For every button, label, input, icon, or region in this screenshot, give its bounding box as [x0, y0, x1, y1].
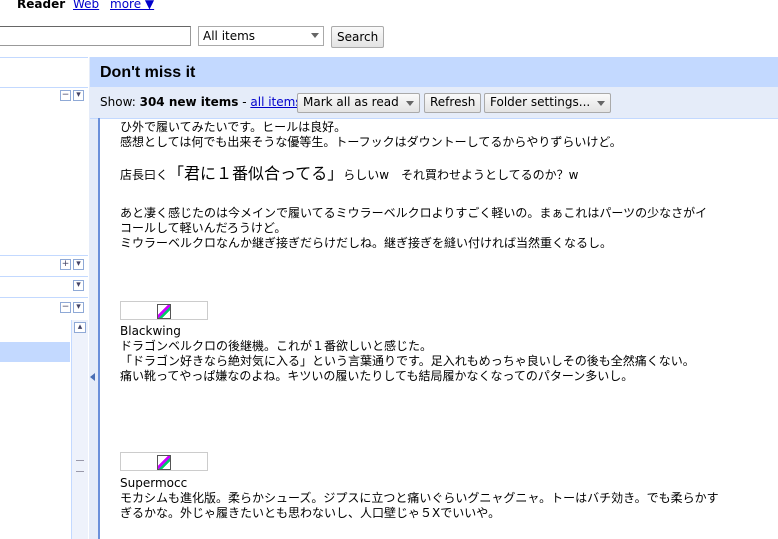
- all-items-link[interactable]: all items: [250, 95, 301, 109]
- show-label: Show:: [100, 95, 136, 109]
- nav-reader: Reader: [17, 0, 66, 11]
- text-line: ぎるかな。外じゃ履きたいとも思わないし、人口壁じゃ５Xでいいや。: [120, 506, 501, 520]
- page-title: Don't miss it: [100, 64, 196, 81]
- sidebar-divider: [0, 255, 88, 256]
- text-line: ドラゴンベルクロの後継機。これが１番欲しいと感じた。: [120, 339, 433, 353]
- quote-big: 「君に１番似合ってる」: [168, 164, 344, 183]
- view-toolbar: Show: 304 new items - all items Mark all…: [90, 87, 778, 119]
- page-header: Don't miss it: [90, 57, 778, 87]
- sidebar-collapse-bar[interactable]: [89, 57, 98, 539]
- chevron-down-icon[interactable]: ▾: [73, 302, 84, 313]
- filter-select-value: All items: [203, 29, 256, 43]
- new-items-count: 304 new items: [139, 95, 239, 109]
- quote-suffix: らしいw それ買わせようとしてるのか？w: [343, 168, 579, 182]
- product-name: Blackwing: [120, 324, 181, 338]
- nav-web[interactable]: Web: [73, 0, 99, 10]
- folder-settings-label: Folder settings...: [490, 95, 591, 109]
- filter-select[interactable]: All items: [198, 26, 324, 46]
- entry-body: ひ外で履いてみたいです。ヒールは良好。 感想としては何でも出来そうな優等生。トー…: [120, 120, 778, 150]
- search-button[interactable]: Search: [331, 26, 385, 48]
- folder-settings-button[interactable]: Folder settings...: [484, 93, 612, 113]
- sidebar-selected-item[interactable]: [0, 342, 70, 362]
- text-line: コールして軽いんだろうけど。: [120, 221, 287, 235]
- sidebar-divider: [0, 297, 88, 298]
- text-line: 「ドラゴン好きなら絶対気に入る」という言葉通りです。足入れもめっちゃ良いしその後…: [120, 354, 695, 368]
- refresh-button[interactable]: Refresh: [424, 93, 482, 113]
- image-placeholder-icon: [157, 455, 171, 470]
- text-line: 痛い靴ってやっぱ嫌なのよね。キツいの履いたりしても結局履かなくなってのパターン多…: [120, 369, 634, 383]
- show-filter: Show: 304 new items - all items: [100, 95, 302, 109]
- image-placeholder-icon: [157, 304, 171, 319]
- sidebar-divider: [0, 87, 88, 88]
- product-entry: Supermocc モカシムも進化版。柔らかシューズ。ジプスに立つと痛いぐらいグ…: [120, 476, 778, 521]
- broken-image: [120, 452, 208, 471]
- text-line: ミウラーベルクロなんか継ぎ接ぎだらけだしね。継ぎ接ぎを縫い付ければ当然重くなるし…: [120, 236, 613, 250]
- mark-all-read-label: Mark all as read: [303, 95, 399, 109]
- quote-line: 店長曰く「君に１番似合ってる」らしいw それ買わせようとしてるのか？w: [120, 166, 778, 183]
- product-name: Supermocc: [120, 476, 188, 490]
- quote-prefix: 店長曰く: [120, 168, 169, 182]
- nav-more[interactable]: more ▼: [110, 0, 154, 10]
- broken-image: [120, 301, 208, 320]
- collapse-icon[interactable]: −: [60, 90, 71, 101]
- chevron-down-icon: [311, 33, 319, 38]
- chevron-down-icon[interactable]: ▾: [73, 90, 84, 101]
- text-line: モカシムも進化版。柔らかシューズ。ジプスに立つと痛いぐらいグニャグニャ。トーはバ…: [120, 491, 719, 505]
- sidebar-scrollbar[interactable]: ▴: [71, 320, 88, 539]
- sidebar-divider: [0, 57, 88, 58]
- scroll-grip-icon[interactable]: [76, 460, 84, 472]
- product-entry: Blackwing ドラゴンベルクロの後継機。これが１番欲しいと感じた。 「ドラ…: [120, 324, 778, 384]
- show-separator: -: [238, 95, 251, 109]
- text-line: ひ外で履いてみたいです。ヒールは良好。: [120, 120, 347, 134]
- scroll-up-icon[interactable]: ▴: [74, 322, 86, 333]
- chevron-down-icon: [597, 101, 606, 106]
- chevron-down-icon[interactable]: ▾: [73, 280, 84, 291]
- text-line: 感想としては何でも出来そうな優等生。トーフックはダウントーしてるからやりずらいけ…: [120, 135, 622, 149]
- entry-content: ひ外で履いてみたいです。ヒールは良好。 感想としては何でも出来そうな優等生。トー…: [98, 118, 778, 539]
- entry-body: あと凄く感じたのは今メインで履いてるミウラーベルクロよりすごく軽いの。まぁこれは…: [120, 206, 778, 251]
- chevron-down-icon: [405, 101, 414, 106]
- search-input[interactable]: [0, 26, 191, 46]
- mark-all-read-button[interactable]: Mark all as read: [297, 93, 420, 113]
- chevron-down-icon[interactable]: ▾: [73, 259, 84, 270]
- collapse-icon[interactable]: −: [60, 302, 71, 313]
- sidebar-divider: [0, 276, 88, 277]
- text-line: あと凄く感じたのは今メインで履いてるミウラーベルクロよりすごく軽いの。まぁこれは…: [120, 206, 708, 220]
- expand-icon[interactable]: +: [60, 259, 71, 270]
- collapse-left-icon[interactable]: [90, 373, 95, 381]
